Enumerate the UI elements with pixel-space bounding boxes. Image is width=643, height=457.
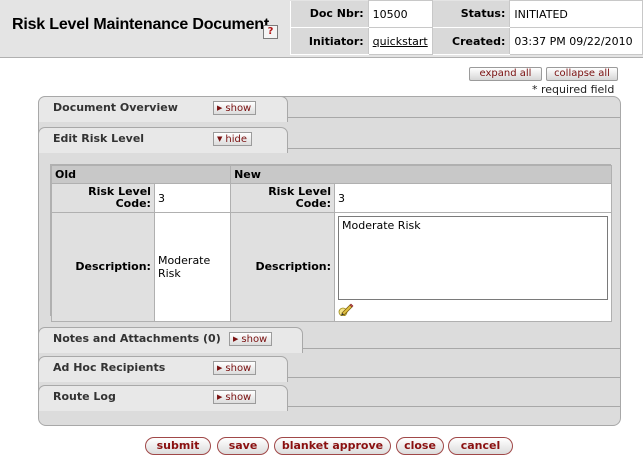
tab-ad-hoc-recipients: Ad Hoc Recipients ▶ show [38,356,621,382]
new-header: New [230,165,612,184]
document-info-table: Doc Nbr: 10500 Status: INITIATED Initiat… [290,0,643,55]
triangle-down-icon: ▼ [217,135,223,143]
submit-button[interactable]: submit [145,437,211,455]
tab-label: Ad Hoc Recipients [53,361,166,374]
description-textarea[interactable]: Moderate Risk [338,216,608,300]
doc-nbr-value: 10500 [367,0,433,28]
old-desc-value: Moderate Risk [153,212,232,322]
new-desc-label: Description: [230,212,335,322]
show-toggle-button[interactable]: ▶ show [229,332,273,346]
tab-document-overview: Document Overview ▶ show [38,96,621,122]
show-toggle-button[interactable]: ▶ show [213,361,257,375]
initiator-cell: quickstart [367,27,433,55]
initiator-link[interactable]: quickstart [373,35,428,48]
hide-toggle-button[interactable]: ▼ hide [213,132,253,146]
triangle-right-icon: ▶ [217,104,223,112]
tab-label: Edit Risk Level [53,132,145,145]
cancel-button[interactable]: cancel [448,437,513,455]
page-title: Risk Level Maintenance Document [12,16,269,33]
tab-notes-and-attachments: Notes and Attachments (0) ▶ show [38,327,621,353]
old-code-label: Risk Level Code: [51,183,155,213]
tab-label: Notes and Attachments (0) [53,332,221,345]
old-code-value: 3 [153,183,232,213]
triangle-right-icon: ▶ [233,335,239,343]
save-button[interactable]: save [217,437,269,455]
triangle-right-icon: ▶ [217,364,223,372]
tab-label: Route Log [53,390,116,403]
edit-table: Old New Risk Level Code: 3 Risk Level Co… [50,165,612,322]
new-code-value: 3 [334,183,612,213]
status-value: INITIATED [509,0,643,28]
collapse-all-button[interactable]: collapse all [546,67,618,81]
edit-pencil-icon[interactable] [338,302,354,317]
tab-route-log: Route Log ▶ show [38,385,621,411]
help-icon[interactable]: ? [263,25,278,39]
created-label: Created: [431,27,510,55]
required-field-note: * required field [532,83,615,96]
created-value: 03:37 PM 09/22/2010 [509,27,643,55]
status-label: Status: [431,0,510,28]
new-code-label: Risk Level Code: [230,183,335,213]
show-toggle-button[interactable]: ▶ show [213,390,257,404]
blanket-approve-button[interactable]: blanket approve [274,437,391,455]
old-desc-label: Description: [51,212,155,322]
old-header: Old [50,165,232,184]
show-toggle-button[interactable]: ▶ show [213,101,257,115]
tab-edit-risk-level: Edit Risk Level ▼ hide [38,127,621,153]
edit-risk-level-section: Old New Risk Level Code: 3 Risk Level Co… [50,164,612,322]
close-button[interactable]: close [396,437,444,455]
expand-all-button[interactable]: expand all [469,67,542,81]
tab-label: Document Overview [53,101,178,114]
document-header: Risk Level Maintenance Document ? Doc Nb… [0,0,643,58]
initiator-label: Initiator: [290,27,369,55]
triangle-right-icon: ▶ [217,393,223,401]
doc-nbr-label: Doc Nbr: [290,0,369,28]
